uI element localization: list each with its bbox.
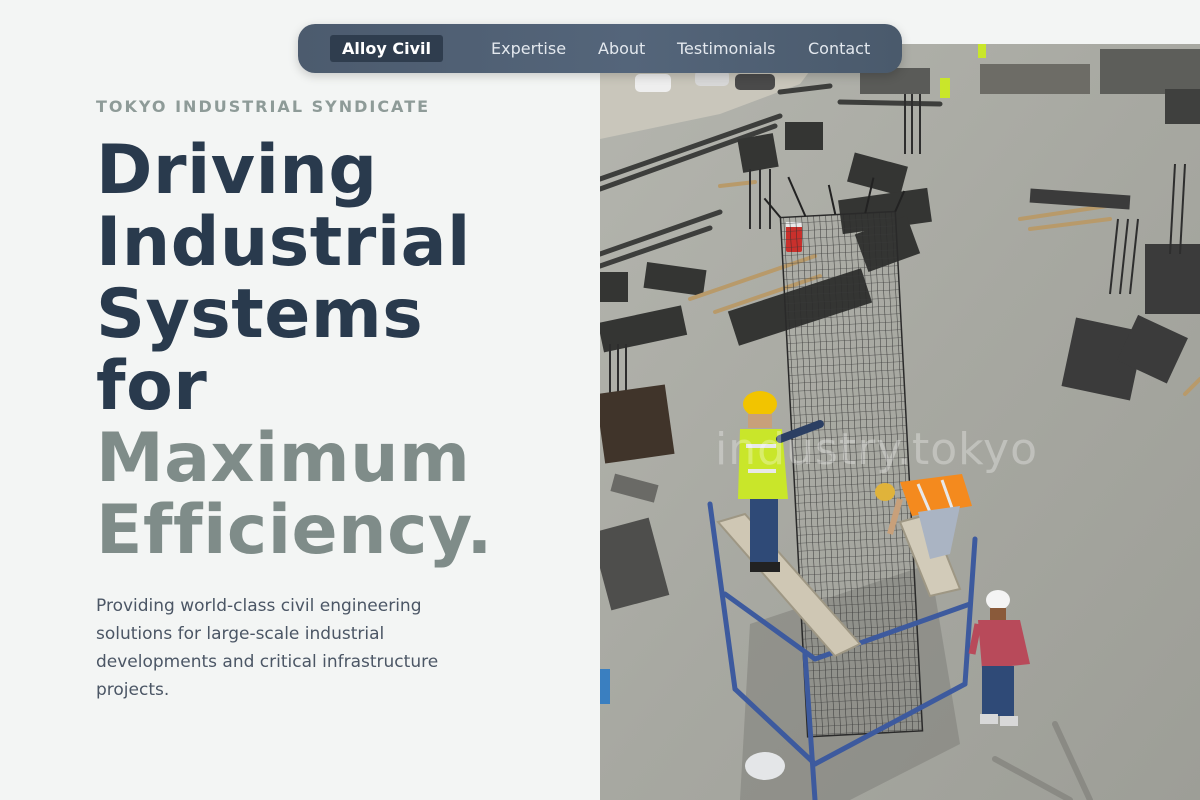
headline-accent-line: Maximum	[96, 419, 471, 498]
headline-line: Industrial	[96, 203, 471, 282]
headline-line: Systems	[96, 275, 424, 354]
brand-logo[interactable]: Alloy Civil	[330, 35, 443, 62]
hero-eyebrow: TOKYO INDUSTRIAL SYNDICATE	[96, 97, 431, 116]
nav-link-expertise[interactable]: Expertise	[491, 35, 566, 62]
construction-site-illustration	[600, 44, 1200, 800]
image-watermark: industry.tokyo	[715, 424, 1038, 475]
headline-accent-line: Efficiency.	[96, 491, 493, 570]
headline-line: for	[96, 347, 208, 426]
hero-description: Providing world-class civil engineering …	[96, 596, 439, 700]
headline-line: Driving	[96, 131, 378, 210]
top-navigation: Alloy Civil Expertise About Testimonials…	[298, 24, 902, 73]
nav-link-contact[interactable]: Contact	[808, 35, 870, 62]
nav-link-about[interactable]: About	[598, 35, 645, 62]
hero-headline: Driving Industrial Systems for Maximum E…	[96, 135, 576, 567]
page: Alloy Civil Expertise About Testimonials…	[0, 0, 1200, 800]
nav-link-testimonials[interactable]: Testimonials	[677, 35, 776, 62]
hero-image: industry.tokyo	[600, 44, 1200, 800]
